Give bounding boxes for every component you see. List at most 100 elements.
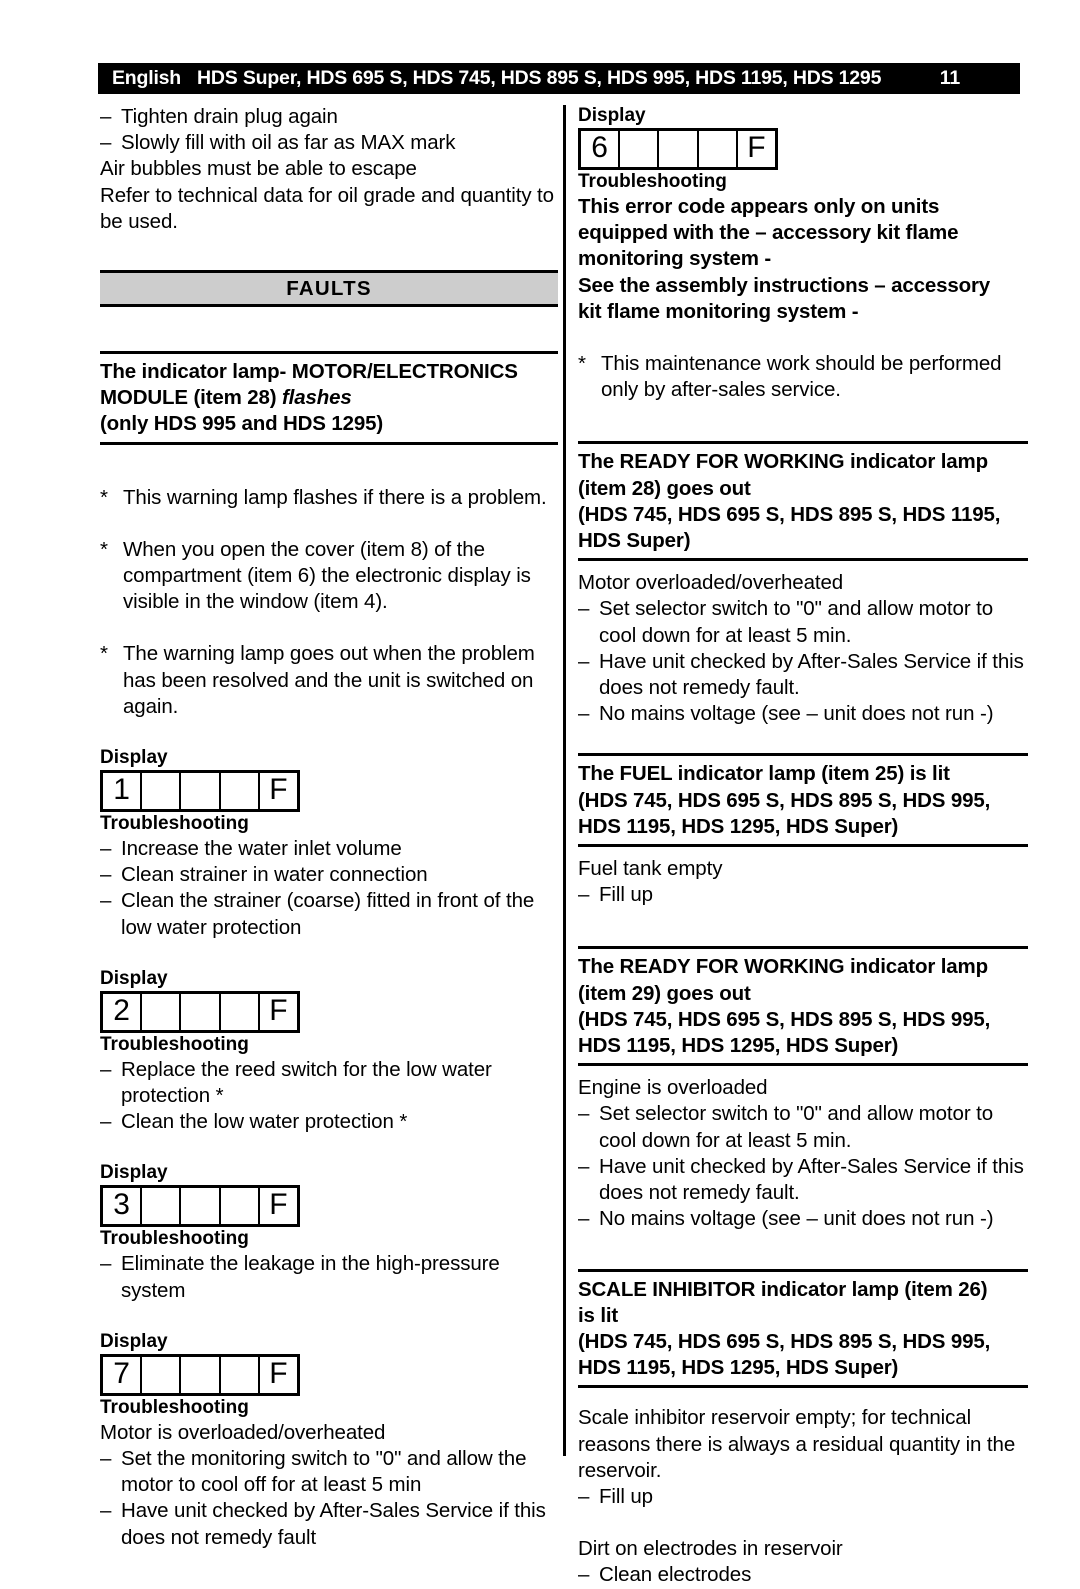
dash-marker: – (100, 837, 112, 861)
display-code-box: 6 F (578, 128, 778, 170)
fault-block-2: Display 2 F Troubleshooting – Replace th… (100, 967, 558, 1136)
list-item-text: Fill up (599, 1484, 653, 1508)
display-cell: F (269, 1188, 288, 1222)
display-cell: 1 (103, 773, 143, 810)
page-number: 11 (939, 67, 960, 89)
section-cause-text: Scale inhibitor reservoir empty; for tec… (578, 1406, 1016, 1482)
asterisk-marker: * (578, 352, 586, 376)
note-item: * When you open the cover (item 8) of th… (100, 537, 558, 616)
list-item-text: Tighten drain plug again (121, 105, 338, 128)
fault-cause-text: Motor is overloaded/overheated (100, 1420, 386, 1444)
section-ready-for-working-28: The READY FOR WORKING indicator lamp (it… (578, 441, 1028, 727)
section-heading-line: is lit (578, 1303, 619, 1327)
fault-heading-line-2: MODULE (item 28) flashes (100, 385, 558, 411)
list-item-text: Slowly fill with oil as far as MAX mark (121, 131, 456, 155)
troubleshooting-label: Troubleshooting (100, 1228, 249, 1250)
list-item-text: Increase the water inlet volume (121, 837, 402, 861)
display-cell (181, 773, 221, 810)
list-item: – Have unit checked by After-Sales Servi… (578, 1154, 1028, 1206)
fault-block-7: Display 7 F Troubleshooting Motor is ove… (100, 1330, 558, 1551)
list-item-text: No mains voltage (see – unit does not ru… (599, 702, 994, 726)
header-language: English (112, 67, 182, 89)
section-cause-text: Engine is overloaded (578, 1076, 768, 1100)
list-item-text: Replace the reed switch for the low wate… (121, 1057, 492, 1108)
list-item: – Increase the water inlet volume (100, 836, 558, 862)
dash-marker: – (100, 1447, 112, 1471)
troubleshooting-label: Troubleshooting (100, 813, 249, 835)
left-column: – Tighten drain plug again – Slowly fill… (100, 104, 558, 1551)
dash-marker: – (100, 105, 112, 128)
display-cell (181, 1188, 221, 1225)
display-label: Display (100, 967, 168, 989)
list-item: – Clean the strainer (coarse) fitted in … (100, 888, 558, 940)
note-text: When you open the cover (item 8) of the … (123, 537, 531, 614)
intro-line-4: Refer to technical data for oil grade an… (100, 183, 554, 233)
dash-marker: – (100, 1057, 112, 1081)
dash-marker: – (578, 702, 590, 726)
display-label: Display (578, 105, 646, 126)
note-text: This warning lamp flashes if there is a … (123, 485, 547, 509)
list-item: – Set selector switch to "0" and allow m… (578, 596, 1028, 648)
section-heading-line: The READY FOR WORKING indicator lamp (578, 450, 988, 474)
list-item-text: Have unit checked by After-Sales Service… (599, 1154, 1024, 1205)
fault-heading-line-2-plain: MODULE (item 28) (100, 386, 282, 410)
display-cell: 2 (103, 993, 143, 1030)
display-cell (699, 131, 738, 167)
display-label: Display (100, 747, 168, 769)
section-heading: SCALE INHIBITOR indicator lamp (item 26)… (578, 1268, 1028, 1389)
section-heading: The FUEL indicator lamp (item 25) is lit… (578, 753, 1028, 848)
display-cell (181, 1356, 221, 1393)
list-item-text: Set the monitoring switch to "0" and all… (121, 1447, 527, 1497)
list-item: – Clean the low water protection * (100, 1109, 558, 1135)
list-item-text: Clean strainer in water connection (121, 863, 428, 887)
dash-marker: – (100, 131, 112, 155)
display-cell (142, 1356, 182, 1393)
footnote-text: This maintenance work should be performe… (601, 352, 1002, 402)
section-ready-for-working-29: The READY FOR WORKING indicator lamp (it… (578, 946, 1028, 1232)
display-cell: 3 (103, 1188, 143, 1225)
dash-marker: – (100, 1252, 112, 1276)
section-heading-line: The FUEL indicator lamp (item 25) is lit (578, 762, 950, 786)
section-heading-line: (HDS 745, HDS 695 S, HDS 895 S, HDS 995, (578, 788, 991, 812)
column-divider (563, 105, 566, 1456)
asterisk-marker: * (100, 537, 108, 561)
display-cell (221, 993, 260, 1030)
list-item: – Tighten drain plug again (100, 104, 558, 130)
display-cell (142, 773, 182, 810)
fault-block-1: Display 1 F Troubleshooting – Increase t… (100, 746, 558, 941)
fault-heading-line-1: The indicator lamp- MOTOR/ELECTRONICS (100, 360, 518, 384)
troubleshooting-line: equipped with the – accessory kit flame (578, 221, 959, 245)
dash-marker: – (578, 597, 590, 621)
footnote: * This maintenance work should be perfor… (578, 351, 1028, 403)
list-item: – Set selector switch to "0" and allow m… (578, 1101, 1028, 1153)
display-cell (221, 1356, 260, 1393)
list-item-text: Eliminate the leakage in the high-pressu… (121, 1252, 500, 1302)
troubleshooting-label: Troubleshooting (100, 1033, 249, 1055)
section-heading-line: HDS 1195, HDS 1295, HDS Super) (578, 1356, 899, 1380)
list-item-text: No mains voltage (see – unit does not ru… (599, 1207, 994, 1231)
troubleshooting-line: This error code appears only on units (578, 195, 940, 218)
dash-marker: – (578, 1207, 590, 1231)
list-item-text: Clean the strainer (coarse) fitted in fr… (121, 889, 535, 939)
display-code-box: 1 F (100, 770, 300, 813)
right-column: Display 6 F Troubleshooting This error c… (578, 104, 1028, 1589)
section-heading: The READY FOR WORKING indicator lamp (it… (578, 946, 1028, 1067)
dash-marker: – (100, 863, 112, 887)
asterisk-marker: * (100, 485, 108, 509)
display-code-box: 3 F (100, 1185, 300, 1228)
fault-heading-line-2-italic: flashes (281, 386, 352, 410)
display-cell: F (269, 773, 288, 807)
section-heading-line: HDS Super) (578, 529, 691, 553)
display-cell (181, 993, 221, 1030)
list-item: – Eliminate the leakage in the high-pres… (100, 1251, 558, 1303)
section-cause-text: Motor overloaded/overheated (578, 571, 844, 595)
list-item: – Replace the reed switch for the low wa… (100, 1057, 558, 1109)
section-heading-line: (item 29) goes out (578, 981, 751, 1005)
list-item: – Fill up (578, 882, 1028, 908)
dash-marker: – (578, 883, 590, 907)
section-heading-line: (item 28) goes out (578, 476, 751, 500)
section-scale-inhibitor-26: SCALE INHIBITOR indicator lamp (item 26)… (578, 1268, 1028, 1589)
intro-line-3: Air bubbles must be able to escape (100, 157, 417, 181)
faults-section-banner: FAULTS (100, 270, 558, 308)
list-item-text: Clean electrodes (599, 1563, 752, 1587)
